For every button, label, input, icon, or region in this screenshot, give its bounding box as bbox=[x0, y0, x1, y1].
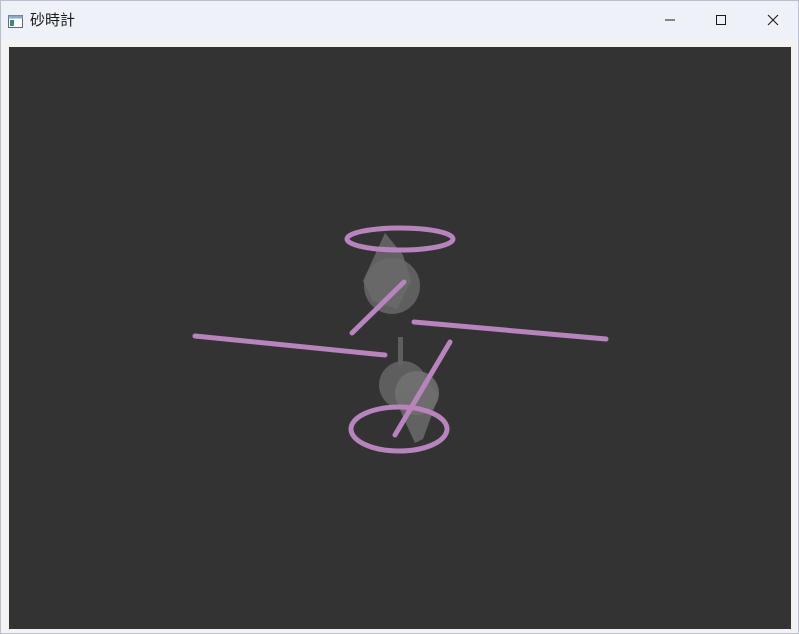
close-button[interactable] bbox=[750, 1, 796, 39]
upper-sphere-shape bbox=[364, 258, 420, 314]
title-bar[interactable]: 砂時計 bbox=[1, 1, 798, 39]
maximize-icon bbox=[716, 15, 726, 25]
window-title: 砂時計 bbox=[30, 11, 76, 29]
close-icon bbox=[767, 14, 779, 26]
maximize-button[interactable] bbox=[698, 1, 744, 39]
app-icon bbox=[8, 13, 23, 28]
top-ring-shape bbox=[344, 225, 456, 253]
app-window: 砂時計 bbox=[0, 0, 799, 634]
minimize-icon bbox=[665, 19, 675, 21]
minimize-button[interactable] bbox=[647, 1, 693, 39]
left-horizontal-bar bbox=[192, 333, 388, 358]
hourglass-scene bbox=[192, 225, 609, 454]
render-canvas[interactable] bbox=[9, 47, 791, 629]
right-horizontal-bar bbox=[411, 319, 609, 342]
neck-rod-shape bbox=[398, 337, 403, 365]
